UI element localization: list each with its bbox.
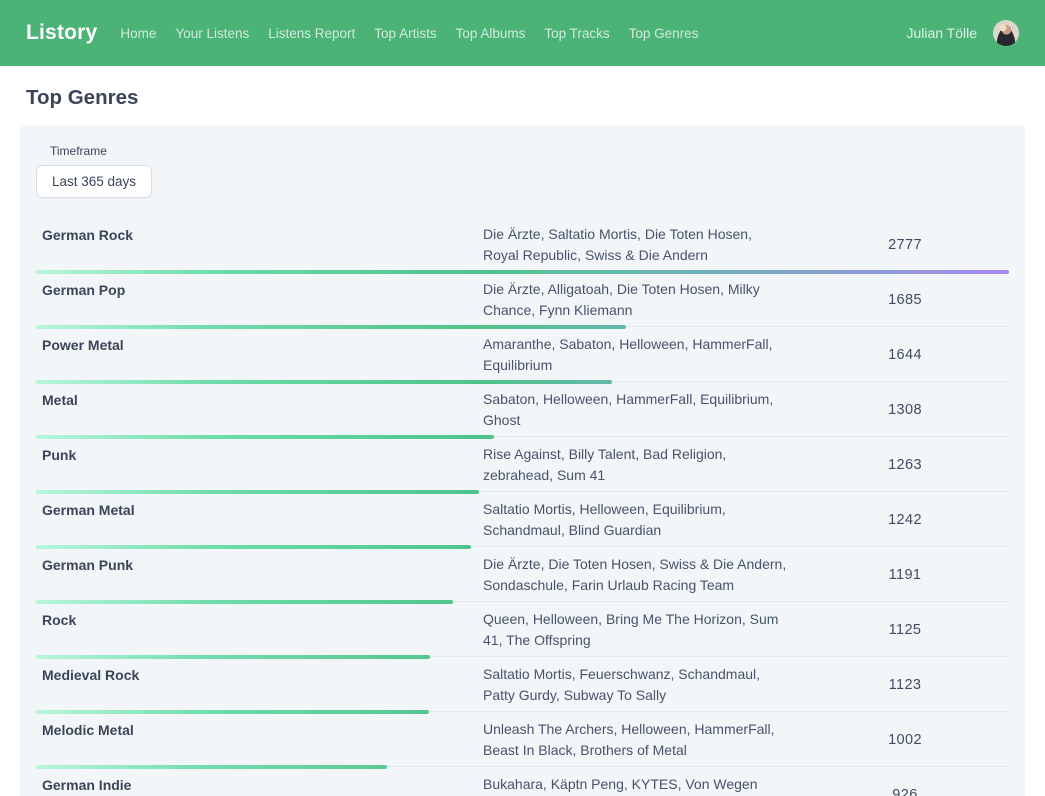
- genre-artists: Rise Against, Billy Talent, Bad Religion…: [483, 444, 801, 486]
- genre-artists: Bukahara, Käptn Peng, KYTES, Von Wegen L…: [483, 774, 801, 796]
- page-title: Top Genres: [26, 86, 1025, 110]
- nav-item-home[interactable]: Home: [120, 26, 156, 41]
- page-content: Top Genres Timeframe Last 365 days Germa…: [0, 86, 1045, 796]
- genre-name: Melodic Metal: [36, 719, 483, 761]
- table-row: German Indie Bukahara, Käptn Peng, KYTES…: [36, 767, 1009, 796]
- genres-table: German Rock Die Ärzte, Saltatio Mortis, …: [36, 217, 1009, 796]
- table-row: German Punk Die Ärzte, Die Toten Hosen, …: [36, 547, 1009, 602]
- app-logo[interactable]: Listory: [26, 21, 97, 45]
- table-row: German Metal Saltatio Mortis, Helloween,…: [36, 492, 1009, 547]
- genre-name: German Indie: [36, 774, 483, 796]
- genre-count: 1644: [801, 347, 1009, 363]
- genre-name: Medieval Rock: [36, 664, 483, 706]
- genre-artists: Unleash The Archers, Helloween, HammerFa…: [483, 719, 801, 761]
- genre-count: 1191: [801, 567, 1009, 583]
- nav-item-top-albums[interactable]: Top Albums: [456, 26, 526, 41]
- table-row: Melodic Metal Unleash The Archers, Hello…: [36, 712, 1009, 767]
- genre-artists: Saltatio Mortis, Helloween, Equilibrium,…: [483, 499, 801, 541]
- table-row: German Rock Die Ärzte, Saltatio Mortis, …: [36, 217, 1009, 272]
- genre-count: 1123: [801, 677, 1009, 693]
- table-row: Power Metal Amaranthe, Sabaton, Hellowee…: [36, 327, 1009, 382]
- genre-count: 1242: [801, 512, 1009, 528]
- nav-item-listens-report[interactable]: Listens Report: [268, 26, 355, 41]
- genre-name: Rock: [36, 609, 483, 651]
- table-row: Punk Rise Against, Billy Talent, Bad Rel…: [36, 437, 1009, 492]
- genre-name: German Punk: [36, 554, 483, 596]
- nav-item-your-listens[interactable]: Your Listens: [175, 26, 249, 41]
- timeframe-select[interactable]: Last 365 days: [36, 165, 152, 198]
- genre-artists: Die Ärzte, Alligatoah, Die Toten Hosen, …: [483, 279, 801, 321]
- nav-item-top-artists[interactable]: Top Artists: [374, 26, 436, 41]
- genre-count: 1685: [801, 292, 1009, 308]
- genre-artists: Queen, Helloween, Bring Me The Horizon, …: [483, 609, 801, 651]
- genre-name: German Rock: [36, 224, 483, 266]
- app-header: Listory Home Your Listens Listens Report…: [0, 0, 1045, 66]
- genre-name: Punk: [36, 444, 483, 486]
- genre-name: German Metal: [36, 499, 483, 541]
- genre-count: 1308: [801, 402, 1009, 418]
- genre-artists: Sabaton, Helloween, HammerFall, Equilibr…: [483, 389, 801, 431]
- genre-name: Power Metal: [36, 334, 483, 376]
- genre-count: 1125: [801, 622, 1009, 638]
- nav-item-top-genres[interactable]: Top Genres: [629, 26, 699, 41]
- genre-name: Metal: [36, 389, 483, 431]
- top-genres-card: Timeframe Last 365 days German Rock Die …: [20, 125, 1025, 796]
- table-row: German Pop Die Ärzte, Alligatoah, Die To…: [36, 272, 1009, 327]
- user-name[interactable]: Julian Tölle: [906, 25, 977, 41]
- table-row: Rock Queen, Helloween, Bring Me The Hori…: [36, 602, 1009, 657]
- genre-artists: Saltatio Mortis, Feuerschwanz, Schandmau…: [483, 664, 801, 706]
- nav-item-top-tracks[interactable]: Top Tracks: [544, 26, 609, 41]
- main-nav: Home Your Listens Listens Report Top Art…: [120, 26, 698, 41]
- genre-artists: Die Ärzte, Saltatio Mortis, Die Toten Ho…: [483, 224, 801, 266]
- genre-count: 926: [801, 787, 1009, 796]
- user-avatar-icon[interactable]: [993, 20, 1019, 46]
- table-row: Medieval Rock Saltatio Mortis, Feuerschw…: [36, 657, 1009, 712]
- genre-name: German Pop: [36, 279, 483, 321]
- genre-count: 1002: [801, 732, 1009, 748]
- timeframe-label: Timeframe: [50, 144, 1009, 158]
- user-menu: Julian Tölle: [906, 20, 1019, 46]
- genre-artists: Die Ärzte, Die Toten Hosen, Swiss & Die …: [483, 554, 801, 596]
- genre-artists: Amaranthe, Sabaton, Helloween, HammerFal…: [483, 334, 801, 376]
- table-row: Metal Sabaton, Helloween, HammerFall, Eq…: [36, 382, 1009, 437]
- genre-count: 2777: [801, 237, 1009, 253]
- genre-count: 1263: [801, 457, 1009, 473]
